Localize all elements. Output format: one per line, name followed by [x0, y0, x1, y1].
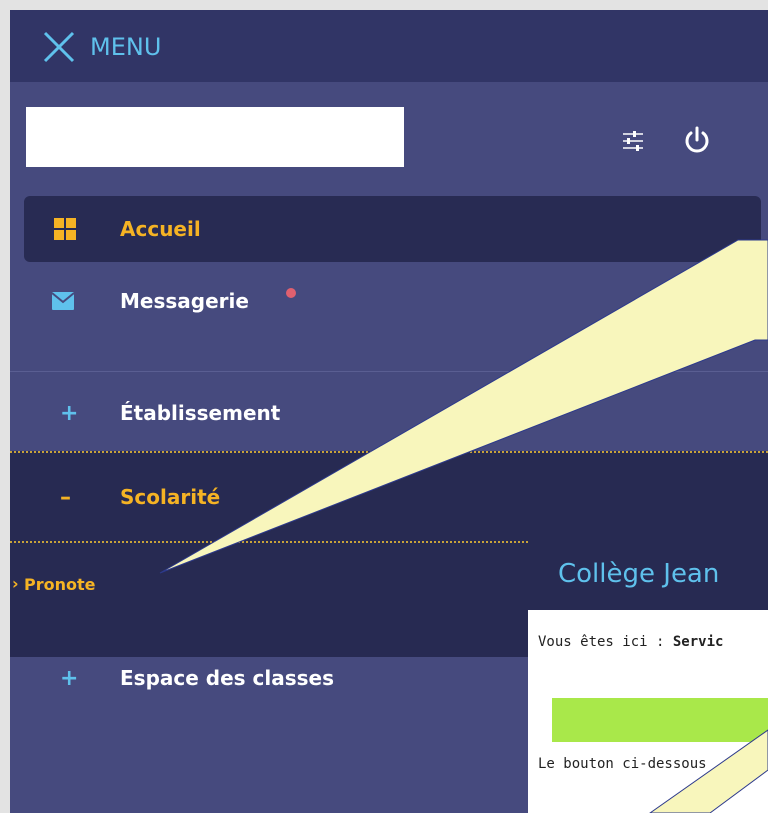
chevron-right-icon: ›	[12, 574, 19, 593]
green-banner	[552, 698, 768, 742]
menu-title[interactable]: MENU	[90, 30, 161, 64]
power-icon[interactable]	[682, 126, 712, 156]
plus-icon: +	[60, 401, 79, 426]
breadcrumb-prefix: Vous êtes ici :	[538, 634, 673, 650]
notification-dot-icon	[286, 288, 296, 298]
breadcrumb: Vous êtes ici : Servic	[538, 634, 723, 650]
envelope-icon	[52, 292, 74, 310]
section-divider-sub	[10, 541, 528, 543]
nav-item-school-label: Établissement	[120, 401, 281, 425]
nav-item-messaging[interactable]: Messagerie	[10, 272, 768, 338]
page-title: Collège Jean	[558, 559, 720, 589]
content-panel: Vous êtes ici : Servic Le bouton ci-dess…	[528, 610, 768, 813]
nav-subitem-pronote[interactable]: › Pronote	[10, 566, 310, 606]
nav-item-schooling-label: Scolarité	[120, 485, 221, 509]
grid-icon	[54, 218, 76, 240]
minus-icon: –	[60, 485, 71, 510]
nav-separator	[10, 371, 768, 372]
close-icon[interactable]	[42, 30, 76, 64]
nav-item-classes[interactable]: + Espace des classes	[10, 650, 510, 710]
top-bar: MENU	[10, 10, 768, 82]
nav-subitem-pronote-label: Pronote	[24, 575, 96, 594]
nav-item-classes-label: Espace des classes	[120, 666, 334, 690]
nav-item-home-label: Accueil	[120, 217, 201, 241]
app-shell: MENU Accueil Messagerie + Établissement …	[10, 10, 768, 813]
search-input[interactable]	[26, 107, 404, 167]
content-paragraph: Le bouton ci-dessous	[538, 756, 707, 772]
section-divider-top	[10, 451, 768, 453]
plus-icon: +	[60, 666, 79, 691]
nav-item-school[interactable]: + Établissement	[10, 382, 768, 442]
nav-item-home[interactable]: Accueil	[24, 196, 761, 262]
nav-item-messaging-label: Messagerie	[120, 289, 249, 313]
breadcrumb-current[interactable]: Servic	[673, 634, 724, 650]
nav-item-schooling[interactable]: – Scolarité	[10, 472, 768, 522]
settings-sliders-icon[interactable]	[622, 130, 644, 152]
